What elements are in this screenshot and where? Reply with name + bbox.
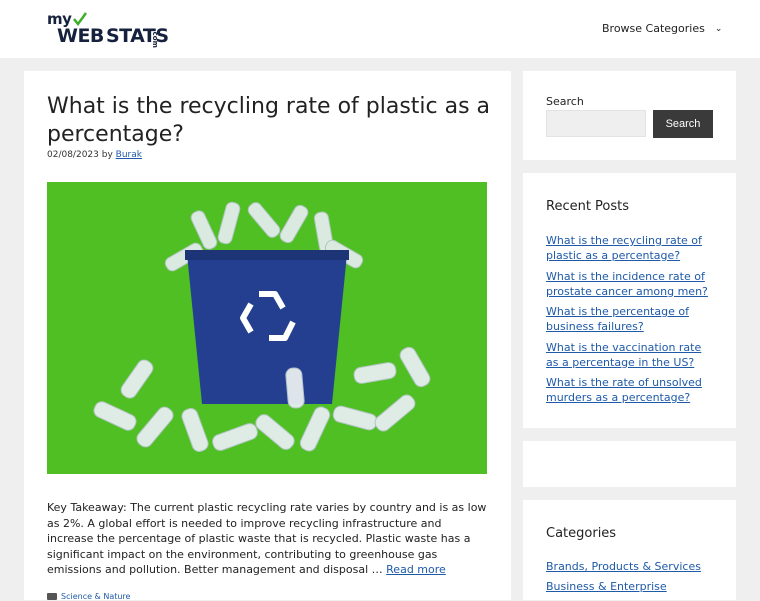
featured-image[interactable] <box>47 182 487 474</box>
recent-post-link[interactable]: What is the recycling rate of plastic as… <box>546 234 702 262</box>
folder-icon <box>47 593 57 600</box>
search-widget: Search Search <box>523 71 736 160</box>
recycling-bin-illustration <box>47 182 487 474</box>
post-excerpt: Key Takeaway: The current plastic recycl… <box>47 500 487 578</box>
category-link[interactable]: Brands, Products & Services <box>546 560 701 573</box>
browse-categories-menu[interactable]: Browse Categories ⌄ <box>602 22 722 35</box>
read-more-link[interactable]: Read more <box>386 563 446 576</box>
recent-post-link[interactable]: What is the rate of unsolved murders as … <box>546 376 702 404</box>
logo-com: .com <box>151 29 159 48</box>
search-button[interactable]: Search <box>653 110 713 138</box>
post-meta: 02/08/2023 by Burak <box>47 150 142 160</box>
recent-post-link[interactable]: What is the incidence rate of prostate c… <box>546 270 708 298</box>
recent-posts-title: Recent Posts <box>546 199 630 214</box>
chevron-down-icon: ⌄ <box>714 23 723 34</box>
recent-post-link[interactable]: What is the percentage of business failu… <box>546 305 689 333</box>
list-item: Business & Enterprise <box>546 579 701 594</box>
search-label: Search <box>546 95 584 108</box>
list-item: What is the incidence rate of prostate c… <box>546 269 716 299</box>
recent-posts-widget: Recent Posts What is the recycling rate … <box>523 173 736 428</box>
categories-widget: Categories Brands, Products & Services B… <box>523 500 736 600</box>
list-item: What is the vaccination rate as a percen… <box>546 340 716 370</box>
list-item: What is the percentage of business failu… <box>546 304 716 334</box>
logo-stats: STATS <box>106 25 169 47</box>
recent-post-link[interactable]: What is the vaccination rate as a percen… <box>546 341 701 369</box>
post-card: What is the recycling rate of plastic as… <box>24 71 511 601</box>
browse-categories-label: Browse Categories <box>602 22 705 35</box>
post-title[interactable]: What is the recycling rate of plastic as… <box>47 93 497 149</box>
list-item: Brands, Products & Services <box>546 559 701 574</box>
logo-web: WEB <box>57 25 104 47</box>
recent-posts-list: What is the recycling rate of plastic as… <box>546 233 716 411</box>
search-input[interactable] <box>546 110 646 137</box>
empty-widget <box>523 441 736 487</box>
site-header: my WEB STATS .com Browse Categories ⌄ <box>0 0 760 58</box>
checkmark-icon <box>73 12 87 26</box>
category-link[interactable]: Business & Enterprise <box>546 580 667 593</box>
categories-list: Brands, Products & Services Business & E… <box>546 559 701 599</box>
list-item: What is the recycling rate of plastic as… <box>546 233 716 263</box>
categories-title: Categories <box>546 526 617 541</box>
site-logo[interactable]: my WEB STATS .com <box>47 10 169 48</box>
author-link[interactable]: Burak <box>116 150 142 160</box>
post-by: by <box>101 150 113 160</box>
list-item: What is the rate of unsolved murders as … <box>546 375 716 405</box>
post-date: 02/08/2023 <box>47 150 99 160</box>
